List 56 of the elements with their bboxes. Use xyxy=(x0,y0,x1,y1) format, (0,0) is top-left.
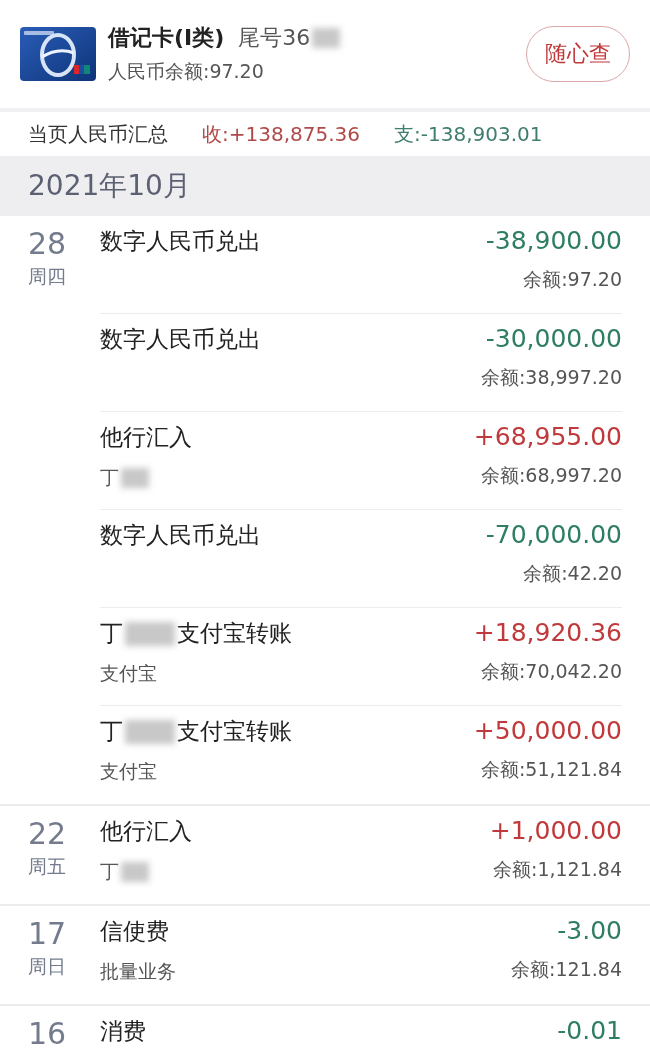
balance-after: 余额:1,121.84 xyxy=(493,857,622,882)
day-number: 16 xyxy=(28,1016,67,1052)
balance-after: 余额:68,997.20 xyxy=(480,463,622,488)
balance-after: 余额:121.84 xyxy=(511,957,622,982)
transaction-amount: -70,000.00 xyxy=(485,520,622,549)
counterparty: 丁 xyxy=(100,465,192,491)
transaction-title: 他行汇入 xyxy=(100,817,192,846)
balance-after: 余额:38,997.20 xyxy=(480,365,622,390)
transaction-row[interactable]: 消费 -0.01 xyxy=(100,1006,622,1064)
transaction-amount: -3.00 xyxy=(557,916,622,945)
day-number: 17 xyxy=(28,916,67,952)
transaction-row[interactable]: 丁 支付宝转账 支付宝 +18,920.36 余额:70,042.20 xyxy=(100,608,622,706)
counterparty: 支付宝 xyxy=(100,759,158,784)
weekday: 周日 xyxy=(28,954,66,979)
transaction-title: 数字人民币兑出 xyxy=(100,325,261,354)
transaction-amount: -30,000.00 xyxy=(485,324,622,353)
transaction-row[interactable]: 他行汇入 丁 +68,955.00 余额:68,997.20 xyxy=(100,412,622,510)
transaction-title: 丁 支付宝转账 xyxy=(100,717,292,746)
transaction-title: 数字人民币兑出 xyxy=(100,227,261,256)
transaction-row[interactable]: 信使费 批量业务 -3.00 余额:121.84 xyxy=(100,906,622,1004)
transaction-title: 消费 xyxy=(100,1017,146,1046)
transaction-title: 数字人民币兑出 xyxy=(100,521,261,550)
counterparty: 丁 xyxy=(100,859,192,885)
card-name: 借记卡(Ⅰ类) xyxy=(108,24,225,52)
summary-label: 当页人民币汇总 xyxy=(28,120,168,148)
bank-card-icon xyxy=(20,27,96,81)
counterparty: 批量业务 xyxy=(100,959,176,984)
transaction-amount: +18,920.36 xyxy=(473,618,622,647)
day-number: 28 xyxy=(28,226,67,262)
transaction-title: 信使费 xyxy=(100,917,170,946)
balance-after: 余额:70,042.20 xyxy=(480,659,622,684)
balance-after: 余额:97.20 xyxy=(523,267,622,292)
balance-after: 余额:51,121.84 xyxy=(480,757,622,782)
transaction-amount: +1,000.00 xyxy=(489,816,622,845)
expense-total: 支:-138,903.01 xyxy=(394,120,543,148)
counterparty: 支付宝 xyxy=(100,661,158,686)
income-total: 收:+138,875.36 xyxy=(202,120,360,148)
day-number: 22 xyxy=(28,816,67,852)
transaction-row[interactable]: 他行汇入 丁 +1,000.00 余额:1,121.84 xyxy=(100,806,622,904)
weekday: 周四 xyxy=(28,264,66,289)
card-tail-number: 尾号36 xyxy=(238,23,343,53)
transaction-amount: -38,900.00 xyxy=(485,226,622,255)
transaction-row[interactable]: 数字人民币兑出 -70,000.00 余额:42.20 xyxy=(100,510,622,608)
account-balance: 人民币余额:97.20 xyxy=(108,59,265,84)
weekday: 周五 xyxy=(28,854,66,879)
transaction-amount: +68,955.00 xyxy=(473,422,622,451)
transaction-row[interactable]: 数字人民币兑出 -38,900.00 余额:97.20 xyxy=(100,216,622,314)
transaction-row[interactable]: 数字人民币兑出 -30,000.00 余额:38,997.20 xyxy=(100,314,622,412)
transaction-amount: +50,000.00 xyxy=(473,716,622,745)
query-button[interactable]: 随心查 xyxy=(526,26,630,82)
balance-after: 余额:42.20 xyxy=(523,561,622,586)
month-label: 2021年10月 xyxy=(28,168,191,204)
transaction-title: 他行汇入 xyxy=(100,423,192,452)
transaction-amount: -0.01 xyxy=(557,1016,622,1045)
transaction-title: 丁 支付宝转账 xyxy=(100,619,292,648)
transaction-row[interactable]: 丁 支付宝转账 支付宝 +50,000.00 余额:51,121.84 xyxy=(100,706,622,804)
